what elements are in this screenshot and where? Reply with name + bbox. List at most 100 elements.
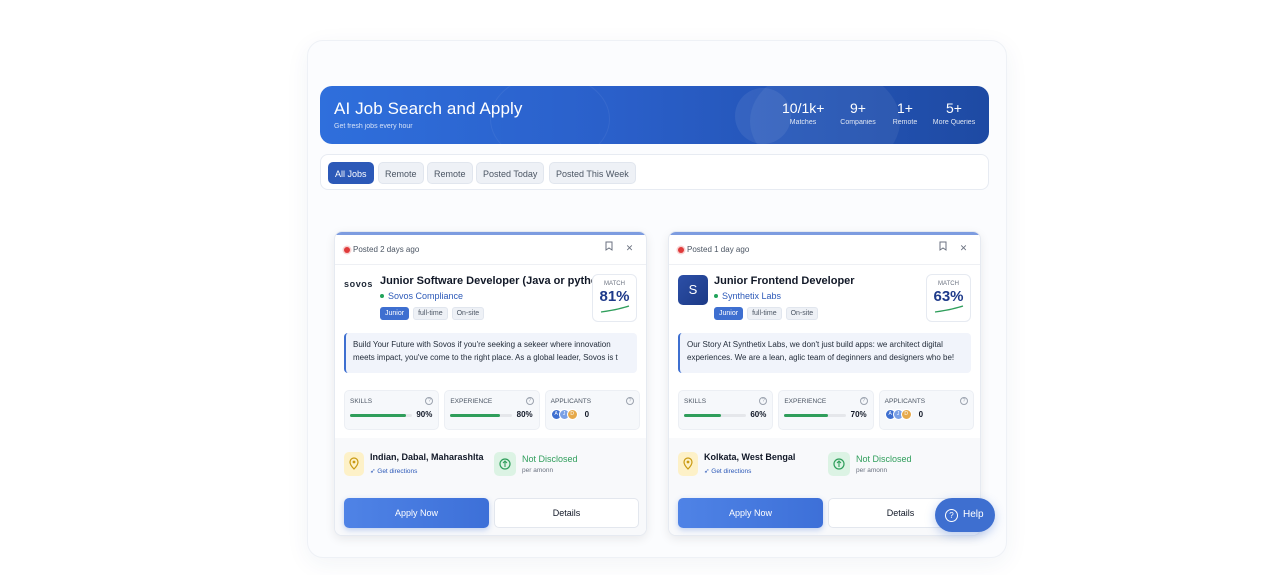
experience-bar-fill xyxy=(784,414,828,417)
company-logo: S xyxy=(678,275,708,305)
salary-icon xyxy=(494,452,516,476)
job-tags: Junior full-time On-site xyxy=(714,307,819,320)
match-sparkline-icon xyxy=(600,305,629,313)
stat-label: Remote xyxy=(892,119,918,126)
posted-time: Posted 2 days ago xyxy=(344,245,419,254)
stat-label: Matches xyxy=(789,119,817,126)
filter-remote[interactable]: Remote xyxy=(427,162,473,184)
posted-time: Posted 1 day ago xyxy=(678,245,749,254)
get-directions-link[interactable]: ➶ Get directions xyxy=(370,467,417,475)
applicant-avatars: A J D xyxy=(550,409,578,420)
divider xyxy=(335,264,646,265)
salary-period: per amonn xyxy=(522,467,554,474)
match-score: MATCH 63% xyxy=(926,274,971,322)
avatar: D xyxy=(566,409,578,420)
tag-location: On-site xyxy=(451,307,485,320)
apply-now-button[interactable]: Apply Now xyxy=(344,498,489,528)
get-directions-label: Get directions xyxy=(711,468,752,475)
tag-level: Junior xyxy=(380,307,410,320)
applicants-count: 0 xyxy=(584,410,590,419)
close-icon[interactable]: ✕ xyxy=(622,241,637,256)
skills-bar xyxy=(684,414,746,417)
skills-metric: SKILLS ? 60% xyxy=(678,390,774,430)
skills-bar-fill xyxy=(350,414,406,417)
metric-label: APPLICANTS xyxy=(550,398,592,405)
bookmark-icon[interactable] xyxy=(601,241,616,256)
details-button[interactable]: Details xyxy=(494,498,639,528)
help-icon[interactable]: ? xyxy=(859,397,868,405)
company-name[interactable]: Sovos Compliance xyxy=(380,291,463,301)
stat-label: Companies xyxy=(840,119,876,126)
skills-bar xyxy=(350,414,412,417)
stat-value: 5+ xyxy=(946,100,962,116)
hero-banner: AI Job Search and Apply Get fresh jobs e… xyxy=(320,86,989,144)
applicant-avatars: A J D xyxy=(884,409,912,420)
tag-level: Junior xyxy=(714,307,744,320)
skills-metric: SKILLS ? 90% xyxy=(344,390,440,430)
bookmark-icon[interactable] xyxy=(935,241,950,256)
company-label: Sovos Compliance xyxy=(388,291,464,301)
card-accent-bar xyxy=(669,232,980,235)
metrics-row: SKILLS ? 60% EXPERIENCE ? 70% APPLICANTS… xyxy=(678,390,974,430)
tag-type: full-time xyxy=(747,307,782,320)
get-directions-link[interactable]: ➶ Get directions xyxy=(704,467,751,475)
filter-posted-this-week[interactable]: Posted This Week xyxy=(549,162,636,184)
help-icon[interactable]: ? xyxy=(525,397,534,405)
question-icon: ? xyxy=(945,508,958,522)
job-title[interactable]: Junior Frontend Developer xyxy=(714,275,855,287)
metric-label: EXPERIENCE xyxy=(784,398,827,405)
match-label: MATCH xyxy=(604,281,625,287)
applicants-metric: APPLICANTS ? A J D 0 xyxy=(544,390,640,430)
salary-icon xyxy=(828,452,850,476)
help-button[interactable]: ? Help xyxy=(935,498,995,532)
experience-value: 70% xyxy=(850,410,867,419)
filter-all-jobs[interactable]: All Jobs xyxy=(328,162,374,184)
company-logo: sovos xyxy=(344,279,374,289)
experience-bar xyxy=(784,414,847,417)
apply-now-button[interactable]: Apply Now xyxy=(678,498,823,528)
card-footer: Kolkata, West Bengal ➶ Get directions No… xyxy=(669,438,980,535)
job-location: Kolkata, West Bengal xyxy=(704,452,796,462)
experience-bar-fill xyxy=(450,414,500,417)
close-icon[interactable]: ✕ xyxy=(956,241,971,256)
experience-metric: EXPERIENCE ? 80% xyxy=(444,390,540,430)
job-title[interactable]: Junior Software Developer (Java or pytho… xyxy=(380,275,608,287)
stat-remote: 1+ Remote xyxy=(889,100,921,126)
company-name[interactable]: Synthetix Labs xyxy=(714,291,781,301)
job-card: Posted 2 days ago ✕ sovos Junior Softwar… xyxy=(334,231,647,536)
tag-location: On-site xyxy=(785,307,819,320)
skills-bar-fill xyxy=(684,414,722,417)
filter-remote[interactable]: Remote xyxy=(378,162,424,184)
stat-matches: 10/1k+ Matches xyxy=(782,100,824,126)
help-icon[interactable]: ? xyxy=(425,397,434,405)
job-description: Build Your Future with Sovos if you're s… xyxy=(344,333,637,373)
metric-label: EXPERIENCE xyxy=(450,398,493,405)
help-icon[interactable]: ? xyxy=(959,397,968,405)
help-icon[interactable]: ? xyxy=(625,397,634,405)
skills-value: 90% xyxy=(416,410,433,419)
divider xyxy=(669,264,980,265)
stat-label: More Queries xyxy=(932,119,976,126)
applicants-count: 0 xyxy=(918,410,924,419)
filter-posted-today[interactable]: Posted Today xyxy=(476,162,545,184)
metrics-row: SKILLS ? 90% EXPERIENCE ? 80% APPLICANTS… xyxy=(344,390,640,430)
salary-value: Not Disclosed xyxy=(522,454,578,464)
stat-value: 10/1k+ xyxy=(782,100,825,116)
card-accent-bar xyxy=(335,232,646,235)
record-dot-icon xyxy=(344,246,350,253)
company-label: Synthetix Labs xyxy=(722,291,782,301)
location-pin-icon xyxy=(678,452,698,476)
salary-period: per amonn xyxy=(856,467,888,474)
match-value: 81% xyxy=(599,288,630,305)
help-icon[interactable]: ? xyxy=(759,397,768,405)
get-directions-label: Get directions xyxy=(377,468,418,475)
card-footer: Indian, Dabal, Maharashlta ➶ Get directi… xyxy=(335,438,646,535)
job-card: Posted 1 day ago ✕ S Junior Frontend Dev… xyxy=(668,231,981,536)
experience-bar xyxy=(450,414,513,417)
job-tags: Junior full-time On-site xyxy=(380,307,485,320)
match-value: 63% xyxy=(933,288,964,305)
page-title: AI Job Search and Apply xyxy=(334,99,523,118)
posted-label: Posted 1 day ago xyxy=(687,245,750,254)
job-description: Our Story At Synthetix Labs, we don't ju… xyxy=(678,333,971,373)
page-subtitle: Get fresh jobs every hour xyxy=(334,123,413,130)
